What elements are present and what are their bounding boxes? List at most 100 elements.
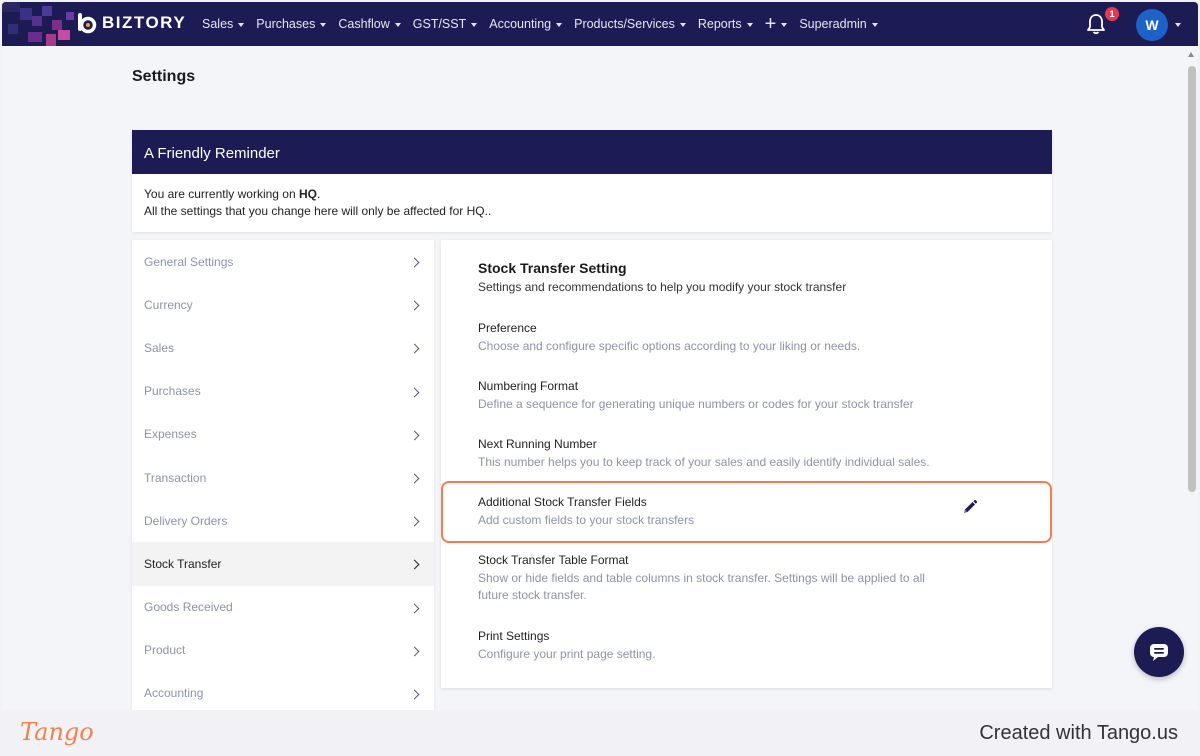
scroll-thumb[interactable]	[1188, 66, 1196, 492]
sidebar-item-currency[interactable]: Currency	[132, 283, 434, 326]
plus-icon: +	[764, 13, 777, 35]
menu-accounting[interactable]: Accounting	[489, 17, 563, 31]
reminder-line-2: All the settings that you change here wi…	[144, 204, 492, 218]
option-next-running-number[interactable]: Next Running Number This number helps yo…	[478, 436, 958, 471]
chevron-down-icon[interactable]	[1175, 23, 1181, 27]
option-description: Configure your print page setting.	[478, 647, 656, 661]
option-description: Show or hide fields and table columns in…	[478, 571, 925, 602]
sidebar-item-sales[interactable]: Sales	[132, 326, 434, 369]
avatar[interactable]: W	[1136, 9, 1168, 41]
scroll-up-arrow-icon[interactable]	[1188, 52, 1194, 57]
option-additional-stock-transfer-fields[interactable]: Additional Stock Transfer Fields Add cus…	[478, 494, 958, 529]
sidebar-item-goods-received[interactable]: Goods Received	[132, 586, 434, 629]
sidebar-item-expenses[interactable]: Expenses	[132, 413, 434, 456]
sidebar-item-delivery-orders[interactable]: Delivery Orders	[132, 499, 434, 542]
reminder-text: .	[316, 187, 321, 201]
menu-products-services[interactable]: Products/Services	[574, 17, 686, 31]
tango-footer: Tango Created with Tango.us	[0, 710, 1200, 756]
option-description: Define a sequence for generating unique …	[478, 397, 914, 411]
sidebar-item-label: Expenses	[144, 427, 197, 442]
menu-sales[interactable]: Sales	[202, 17, 245, 31]
menu-purchases[interactable]: Purchases	[256, 17, 327, 31]
menu-label: Sales	[202, 17, 234, 31]
menu-label: Purchases	[256, 17, 316, 31]
chevron-right-icon	[409, 300, 420, 311]
sidebar-item-purchases[interactable]: Purchases	[132, 370, 434, 413]
menu-superadmin[interactable]: Superadmin	[799, 17, 878, 31]
menu-label: Superadmin	[799, 17, 867, 31]
chevron-right-icon	[409, 257, 420, 268]
menu-quick-add[interactable]: +	[765, 14, 788, 34]
chevron-down-icon	[781, 22, 788, 27]
chat-icon	[1150, 644, 1168, 661]
app-window: BIZTORY Sales Purchases Cashflow GST/SST…	[2, 2, 1198, 710]
chevron-down-icon	[556, 22, 563, 27]
sidebar-item-label: Transaction	[144, 470, 207, 485]
sidebar-item-general-settings[interactable]: General Settings	[132, 240, 434, 283]
sidebar-item-label: Sales	[144, 340, 175, 355]
chevron-right-icon	[409, 516, 420, 527]
pencil-icon[interactable]	[962, 499, 978, 515]
option-description: This number helps you to keep track of y…	[478, 455, 930, 469]
chevron-right-icon	[409, 344, 420, 354]
option-numbering-format[interactable]: Numbering Format Define a sequence for g…	[478, 378, 958, 413]
sidebar-item-product[interactable]: Product	[132, 629, 434, 672]
menu-label: Reports	[697, 17, 742, 31]
brand-logo[interactable]: BIZTORY	[76, 12, 186, 34]
chevron-right-icon	[409, 603, 420, 614]
sidebar-item-accounting[interactable]: Accounting	[132, 672, 434, 710]
reminder-line-1: You are currently working on HQ.	[144, 186, 1040, 203]
option-print-settings[interactable]: Print Settings Configure your print page…	[478, 628, 958, 663]
panel-title: Stock Transfer Setting	[478, 260, 627, 276]
sidebar-item-label: Stock Transfer	[144, 556, 222, 571]
menu-gst-sst[interactable]: GST/SST	[412, 17, 478, 31]
option-title: Next Running Number	[478, 437, 597, 451]
tango-logo: Tango	[20, 718, 94, 746]
reminder-body: You are currently working on HQ. All the…	[132, 174, 1052, 220]
stock-transfer-settings-panel: Stock Transfer Setting Settings and reco…	[441, 240, 1052, 688]
menu-label: GST/SST	[412, 17, 467, 31]
option-stock-transfer-table-format[interactable]: Stock Transfer Table Format Show or hide…	[478, 552, 928, 604]
option-title: Print Settings	[478, 629, 550, 643]
menu-label: Accounting	[489, 17, 552, 31]
reminder-title: A Friendly Reminder	[132, 130, 1052, 174]
chevron-down-icon	[394, 22, 401, 27]
chevron-right-icon	[409, 646, 420, 657]
chevron-down-icon	[471, 22, 478, 27]
menu-label: Cashflow	[338, 17, 390, 31]
brand-name: BIZTORY	[102, 13, 187, 32]
option-title: Preference	[478, 321, 537, 335]
reminder-card: A Friendly Reminder You are currently wo…	[132, 130, 1052, 232]
page-scrollbar[interactable]	[1185, 46, 1198, 710]
option-description: Add custom fields to your stock transfer…	[478, 513, 695, 527]
sidebar-item-label: Goods Received	[144, 600, 233, 615]
sidebar-item-label: Delivery Orders	[144, 513, 228, 528]
chevron-down-icon	[238, 22, 245, 27]
menu-cashflow[interactable]: Cashflow	[338, 17, 401, 31]
tango-credit: Created with Tango.us	[979, 722, 1178, 744]
option-title: Additional Stock Transfer Fields	[478, 495, 647, 509]
sidebar-item-stock-transfer[interactable]: Stock Transfer	[132, 542, 434, 586]
top-navbar: BIZTORY Sales Purchases Cashflow GST/SST…	[2, 2, 1198, 46]
sidebar-item-transaction[interactable]: Transaction	[132, 456, 434, 499]
chevron-right-icon	[409, 473, 420, 484]
chevron-right-icon	[409, 430, 420, 441]
chevron-right-icon	[409, 559, 420, 570]
sidebar-item-label: Product	[144, 643, 186, 658]
chevron-down-icon	[679, 22, 686, 27]
bell-icon[interactable]	[1086, 13, 1106, 35]
menu-reports[interactable]: Reports	[698, 17, 753, 31]
biztory-logo-icon	[76, 12, 98, 34]
option-preference[interactable]: Preference Choose and configure specific…	[478, 320, 958, 355]
chevron-right-icon	[409, 689, 420, 700]
chevron-right-icon	[409, 387, 420, 398]
option-description: Choose and configure specific options ac…	[478, 339, 861, 353]
sidebar-item-label: Accounting	[144, 686, 204, 701]
chevron-down-icon	[746, 22, 753, 27]
menu-label: Products/Services	[574, 17, 675, 31]
sidebar-item-label: General Settings	[144, 254, 234, 269]
chevron-down-icon	[320, 22, 327, 27]
panel-subtitle: Settings and recommendations to help you…	[478, 280, 847, 294]
chat-widget-button[interactable]	[1134, 627, 1184, 677]
option-title: Stock Transfer Table Format	[478, 553, 629, 567]
